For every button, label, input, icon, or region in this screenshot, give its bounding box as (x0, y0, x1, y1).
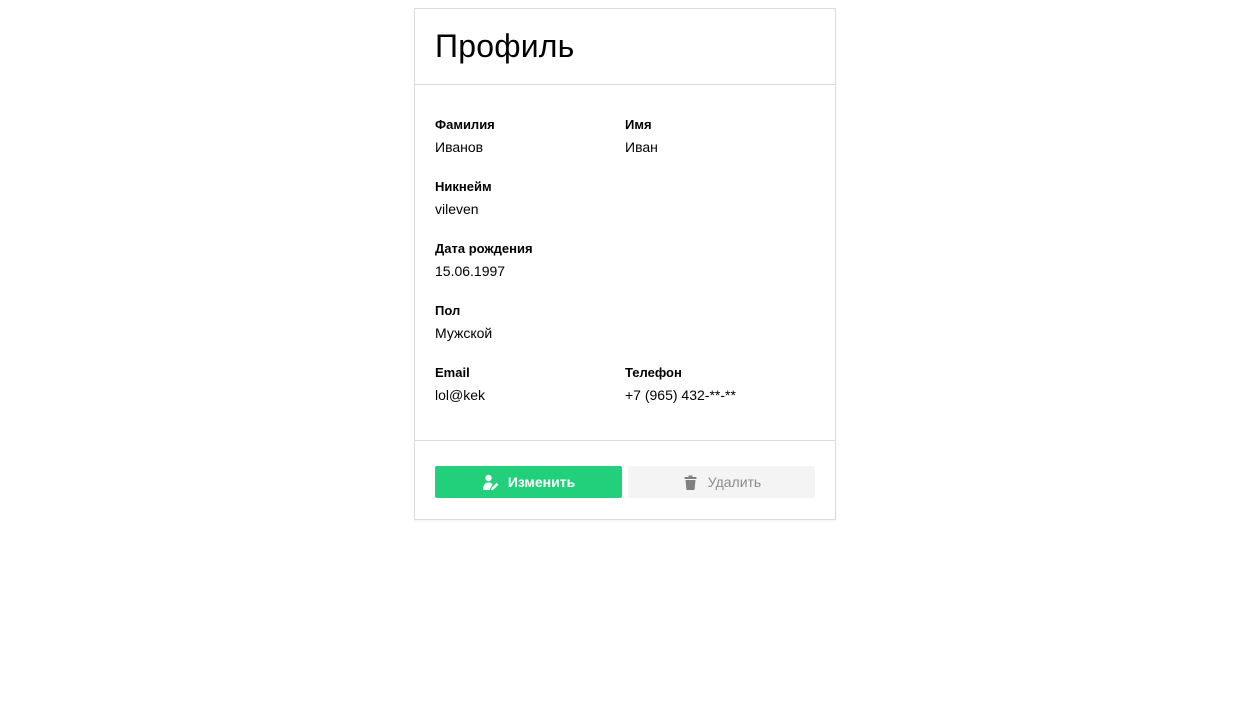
user-edit-icon (482, 473, 500, 491)
phone-label: Телефон (625, 365, 682, 380)
contact-row: Email lol@kek Телефон +7 (965) 432-**-** (435, 365, 815, 427)
gender-field: Пол Мужской (435, 303, 625, 365)
nickname-value: vileven (435, 201, 479, 217)
nickname-field: Никнейм vileven (435, 179, 625, 241)
birth-date-label: Дата рождения (435, 241, 533, 256)
profile-actions: Изменить Удалить (415, 441, 835, 498)
profile-card-header: Профиль (415, 9, 835, 85)
email-field: Email lol@kek (435, 365, 625, 427)
profile-card: Профиль Фамилия Иванов Имя Иван Никнейм … (414, 8, 836, 520)
first-name-label: Имя (625, 117, 652, 132)
gender-label: Пол (435, 303, 461, 318)
profile-details: Фамилия Иванов Имя Иван Никнейм vileven … (415, 85, 835, 441)
delete-button-label: Удалить (707, 474, 762, 490)
trash-icon (682, 473, 700, 491)
last-name-value: Иванов (435, 139, 484, 155)
first-name-value: Иван (625, 139, 658, 155)
delete-profile-button[interactable]: Удалить (628, 466, 815, 498)
edit-profile-button[interactable]: Изменить (435, 466, 622, 498)
page-title: Профиль (435, 28, 575, 64)
phone-field: Телефон +7 (965) 432-**-** (625, 365, 815, 427)
first-name-field: Имя Иван (625, 117, 815, 179)
name-row: Фамилия Иванов Имя Иван (435, 117, 815, 179)
nickname-label: Никнейм (435, 179, 492, 194)
phone-value: +7 (965) 432-**-** (625, 387, 736, 403)
birth-date-row: Дата рождения 15.06.1997 (435, 241, 815, 303)
gender-row: Пол Мужской (435, 303, 815, 365)
email-value: lol@kek (435, 387, 486, 403)
birth-date-value: 15.06.1997 (435, 263, 506, 279)
email-label: Email (435, 365, 470, 380)
gender-value: Мужской (435, 325, 493, 341)
last-name-label: Фамилия (435, 117, 495, 132)
edit-button-label: Изменить (507, 474, 576, 490)
birth-date-field: Дата рождения 15.06.1997 (435, 241, 625, 303)
nickname-row: Никнейм vileven (435, 179, 815, 241)
last-name-field: Фамилия Иванов (435, 117, 625, 179)
